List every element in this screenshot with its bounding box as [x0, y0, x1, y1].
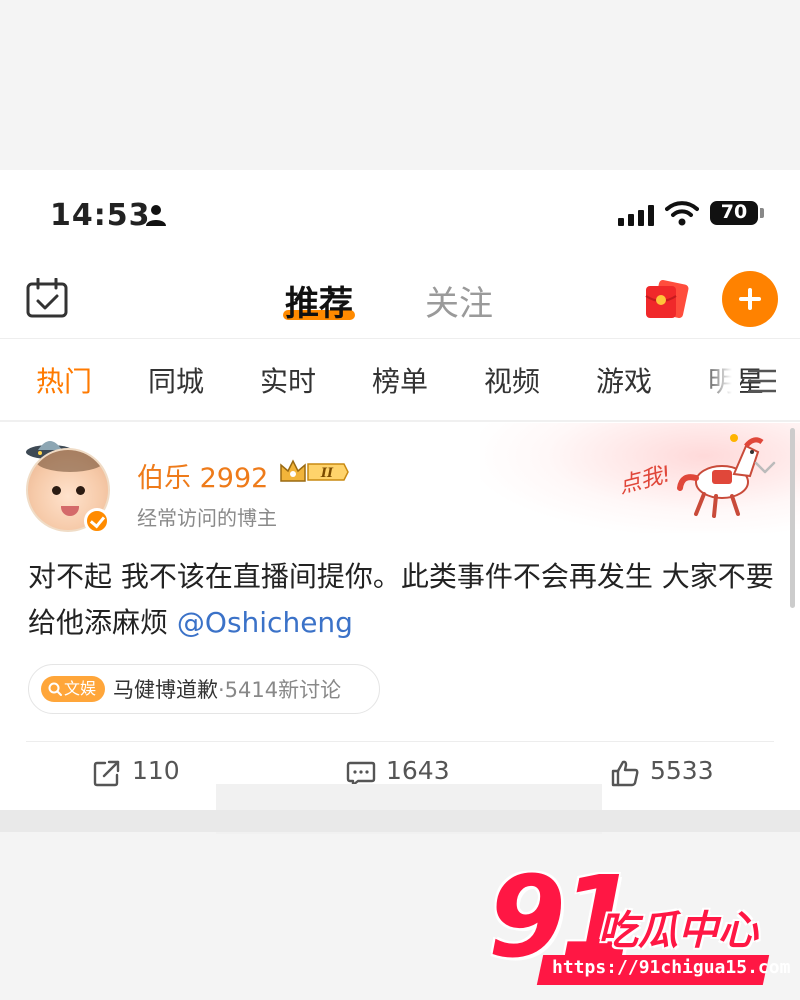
cellular-signal-icon [618, 205, 654, 226]
comment-count: 1643 [386, 756, 450, 785]
avatar-eye [76, 486, 85, 495]
divider [0, 420, 800, 422]
channel-fade [700, 355, 740, 405]
plus-icon[interactable] [722, 271, 778, 327]
channel-local[interactable]: 同城 [148, 360, 204, 400]
channel-video[interactable]: 视频 [484, 360, 540, 400]
watermark-text: 吃瓜中心 [598, 908, 758, 954]
channel-bar: 热门 同城 实时 榜单 视频 游戏 明星 [0, 360, 800, 400]
horse-icon[interactable] [672, 430, 768, 522]
menu-icon[interactable] [746, 368, 778, 394]
watermark-url: https://91chigua15.com [552, 957, 791, 978]
channel-ranking[interactable]: 榜单 [372, 360, 428, 400]
battery-icon: 70 [710, 201, 758, 225]
person-icon [146, 205, 166, 226]
avatar-mouth [61, 506, 79, 516]
status-time: 14:53 [50, 198, 151, 233]
battery-tip [760, 208, 764, 218]
red-packet-icon[interactable] [642, 278, 692, 320]
avatar-hair [36, 450, 104, 472]
divider [26, 741, 774, 742]
username[interactable]: 伯乐 2992 [137, 456, 268, 495]
share-icon [93, 760, 120, 787]
weibo-screen: 14:53 70 推荐 关注 热门 同城 实时 榜单 视频 游戏 点我! 伯乐 … [0, 170, 800, 810]
tab-follow[interactable]: 关注 [425, 276, 493, 325]
calendar-icon[interactable] [26, 278, 68, 318]
post-text: 对不起 我不该在直播间提你。此类事件不会再发生 大家不要给他添麻烦 @Oshic… [28, 554, 783, 646]
channel-hot[interactable]: 热门 [36, 360, 92, 400]
avatar-eye [52, 486, 61, 495]
wifi-icon [665, 201, 699, 226]
channel-realtime[interactable]: 实时 [260, 360, 316, 400]
user-subtitle: 经常访问的博主 [137, 506, 277, 530]
topic-count: ·5414新讨论 [218, 678, 342, 702]
topic-tag-label: 文娱 [64, 679, 97, 698]
mention-link[interactable]: @Oshicheng [177, 606, 353, 639]
share-count: 110 [132, 756, 180, 785]
topic-title: 马健博道歉·5414新讨论 [113, 674, 341, 704]
chevron-down-icon[interactable] [754, 461, 776, 475]
post-body: 对不起 我不该在直播间提你。此类事件不会再发生 大家不要给他添麻烦 [28, 560, 774, 639]
vip-level: II [320, 466, 334, 481]
battery-level: 70 [720, 201, 748, 223]
topic-chip[interactable]: 文娱 马健博道歉·5414新讨论 [28, 664, 380, 714]
search-icon [48, 682, 62, 696]
thumbs-up-icon [611, 760, 639, 787]
channel-games[interactable]: 游戏 [596, 360, 652, 400]
divider [0, 338, 800, 339]
vip-crown-badge-icon[interactable]: II [278, 457, 350, 487]
tab-recommend[interactable]: 推荐 [285, 276, 353, 325]
scrollbar[interactable] [790, 428, 795, 608]
bottom-strip [0, 810, 800, 832]
topic-name: 马健博道歉 [113, 678, 218, 702]
like-count: 5533 [650, 756, 714, 785]
topic-tag: 文娱 [41, 676, 105, 702]
verified-badge-icon [84, 508, 110, 534]
